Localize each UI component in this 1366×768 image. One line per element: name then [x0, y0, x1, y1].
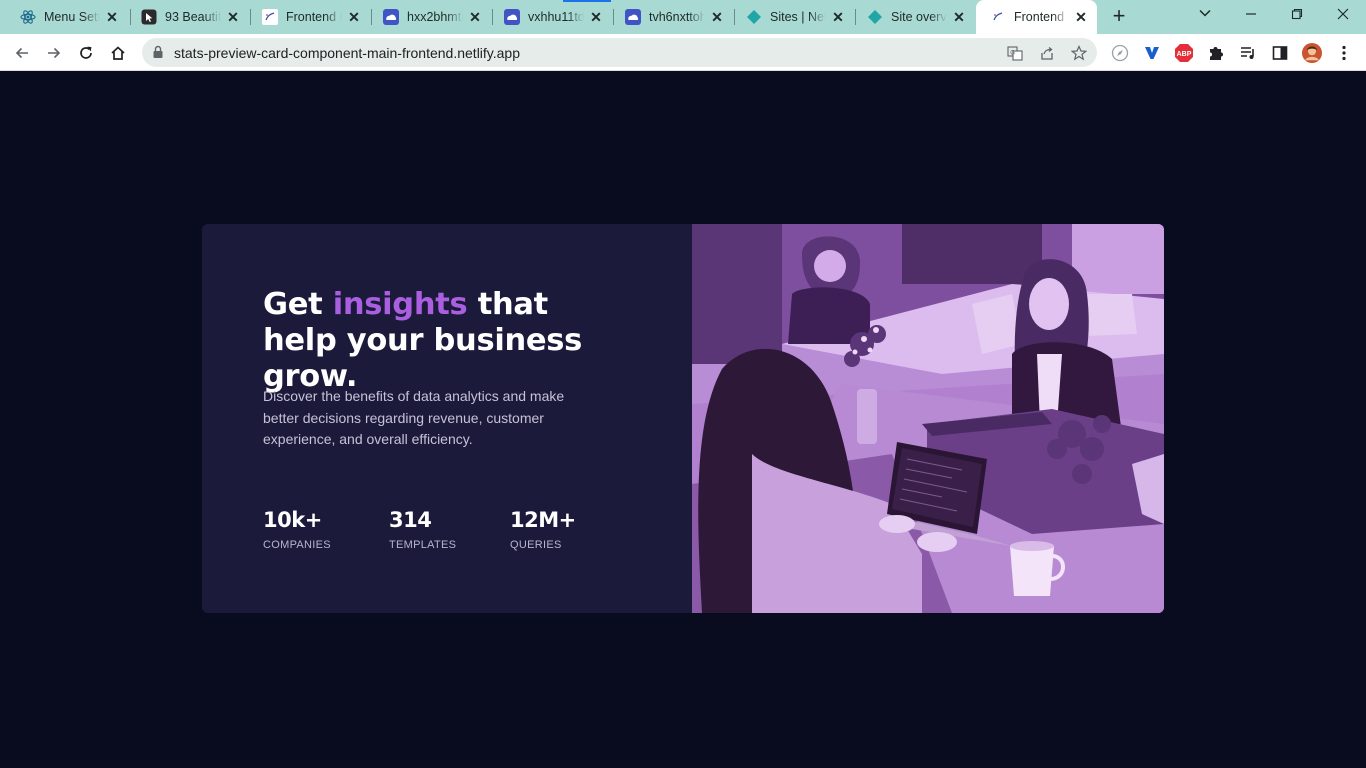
- headline-text-start: Get: [263, 287, 333, 322]
- close-window-icon[interactable]: [1321, 0, 1365, 30]
- adblock-plus-icon[interactable]: ABP: [1174, 43, 1194, 63]
- cloud-drive-icon: [504, 9, 520, 25]
- close-tab-icon[interactable]: ✕: [225, 9, 241, 26]
- new-tab-button[interactable]: +: [1106, 5, 1132, 29]
- minimize-icon[interactable]: [1229, 0, 1273, 30]
- stats-preview-card: Get insights that help your business gro…: [202, 224, 1164, 613]
- tab-title: Frontend Mentor: [286, 10, 342, 24]
- tab-strip: Menu Setup ✕ 93 Beautiful ✕ Frontend Men…: [0, 0, 1366, 34]
- stat-value: 10k+: [263, 508, 322, 532]
- url-text: stats-preview-card-component-main-fronte…: [174, 45, 521, 61]
- browser-toolbar: stats-preview-card-component-main-fronte…: [0, 34, 1366, 71]
- react-icon: [20, 9, 36, 25]
- bookmark-star-icon[interactable]: [1070, 44, 1088, 62]
- forward-icon[interactable]: [40, 39, 68, 67]
- home-icon[interactable]: [104, 39, 132, 67]
- close-tab-icon[interactable]: ✕: [588, 9, 604, 26]
- netlify-icon: [867, 9, 883, 25]
- stat-queries: 12M+ QUERIES: [510, 508, 576, 551]
- close-tab-icon[interactable]: ✕: [1073, 9, 1089, 26]
- card-description: Discover the benefits of data analytics …: [263, 388, 565, 447]
- browser-tab[interactable]: Menu Setup ✕: [6, 0, 128, 34]
- side-panel-icon[interactable]: [1270, 43, 1290, 63]
- close-tab-icon[interactable]: ✕: [104, 9, 120, 26]
- share-icon[interactable]: [1038, 44, 1056, 62]
- abp-label: ABP: [1177, 51, 1192, 58]
- stat-templates: 314 TEMPLATES: [389, 508, 456, 551]
- cloud-drive-icon: [383, 9, 399, 25]
- tab-title: Site overview: [891, 10, 947, 24]
- cloud-drive-icon: [625, 9, 641, 25]
- browser-tab[interactable]: Site overview ✕: [853, 0, 975, 34]
- cursor-app-icon: [141, 9, 157, 25]
- close-tab-icon[interactable]: ✕: [830, 9, 846, 26]
- stat-value: 314: [389, 508, 432, 532]
- tab-title: tvh6nxttoh: [649, 10, 705, 24]
- close-tab-icon[interactable]: ✕: [467, 9, 483, 26]
- tab-title: Menu Setup: [44, 10, 100, 24]
- browser-tab[interactable]: hxx2bhmtm ✕: [369, 0, 491, 34]
- browser-tab[interactable]: vxhhu11tdi ✕: [490, 0, 612, 34]
- card-headline: Get insights that help your business gro…: [263, 287, 623, 395]
- close-tab-icon[interactable]: ✕: [346, 9, 362, 26]
- frontend-mentor-icon: [262, 9, 278, 25]
- tab-title: 93 Beautiful: [165, 10, 221, 24]
- tab-title: vxhhu11tdi: [528, 10, 584, 24]
- back-icon[interactable]: [8, 39, 36, 67]
- lock-icon[interactable]: [152, 45, 164, 64]
- stat-value: 12M+: [510, 508, 576, 532]
- media-queue-icon[interactable]: [1238, 43, 1258, 63]
- browser-tab[interactable]: tvh6nxttoh ✕: [611, 0, 733, 34]
- stat-label: QUERIES: [510, 539, 562, 551]
- stat-label: TEMPLATES: [389, 539, 457, 551]
- tab-title: Frontend Mentor: [1014, 10, 1069, 24]
- browser-tab[interactable]: Sites | Netlify ✕: [732, 0, 854, 34]
- header-image: [692, 224, 1164, 613]
- tab-search-icon[interactable]: [1183, 0, 1227, 30]
- stat-label: COMPANIES: [263, 539, 331, 551]
- svg-text:G: G: [1010, 50, 1015, 56]
- tab-title: hxx2bhmtm: [407, 10, 463, 24]
- browser-tab-active[interactable]: Frontend Mentor ✕: [976, 0, 1097, 34]
- vpn-extension-icon[interactable]: [1142, 43, 1162, 63]
- browser-tab[interactable]: Frontend Mentor ✕: [248, 0, 370, 34]
- restore-icon[interactable]: [1275, 0, 1319, 30]
- translate-icon[interactable]: G: [1006, 44, 1024, 62]
- browser-menu-icon[interactable]: [1334, 43, 1354, 63]
- frontend-mentor-icon: [990, 9, 1006, 25]
- browser-tab[interactable]: 93 Beautiful ✕: [127, 0, 249, 34]
- address-bar[interactable]: stats-preview-card-component-main-fronte…: [142, 38, 1097, 67]
- reload-icon[interactable]: [72, 39, 100, 67]
- headline-accent: insights: [332, 287, 468, 322]
- compass-extension-icon[interactable]: [1110, 43, 1130, 63]
- close-tab-icon[interactable]: ✕: [709, 9, 725, 26]
- stat-companies: 10k+ COMPANIES: [263, 508, 331, 551]
- tab-title: Sites | Netlify: [770, 10, 826, 24]
- profile-avatar[interactable]: [1302, 43, 1322, 63]
- close-tab-icon[interactable]: ✕: [951, 9, 967, 26]
- netlify-icon: [746, 9, 762, 25]
- page-viewport: Get insights that help your business gro…: [0, 71, 1366, 768]
- office-photo-illustration: [692, 224, 1164, 613]
- extensions-puzzle-icon[interactable]: [1206, 43, 1226, 63]
